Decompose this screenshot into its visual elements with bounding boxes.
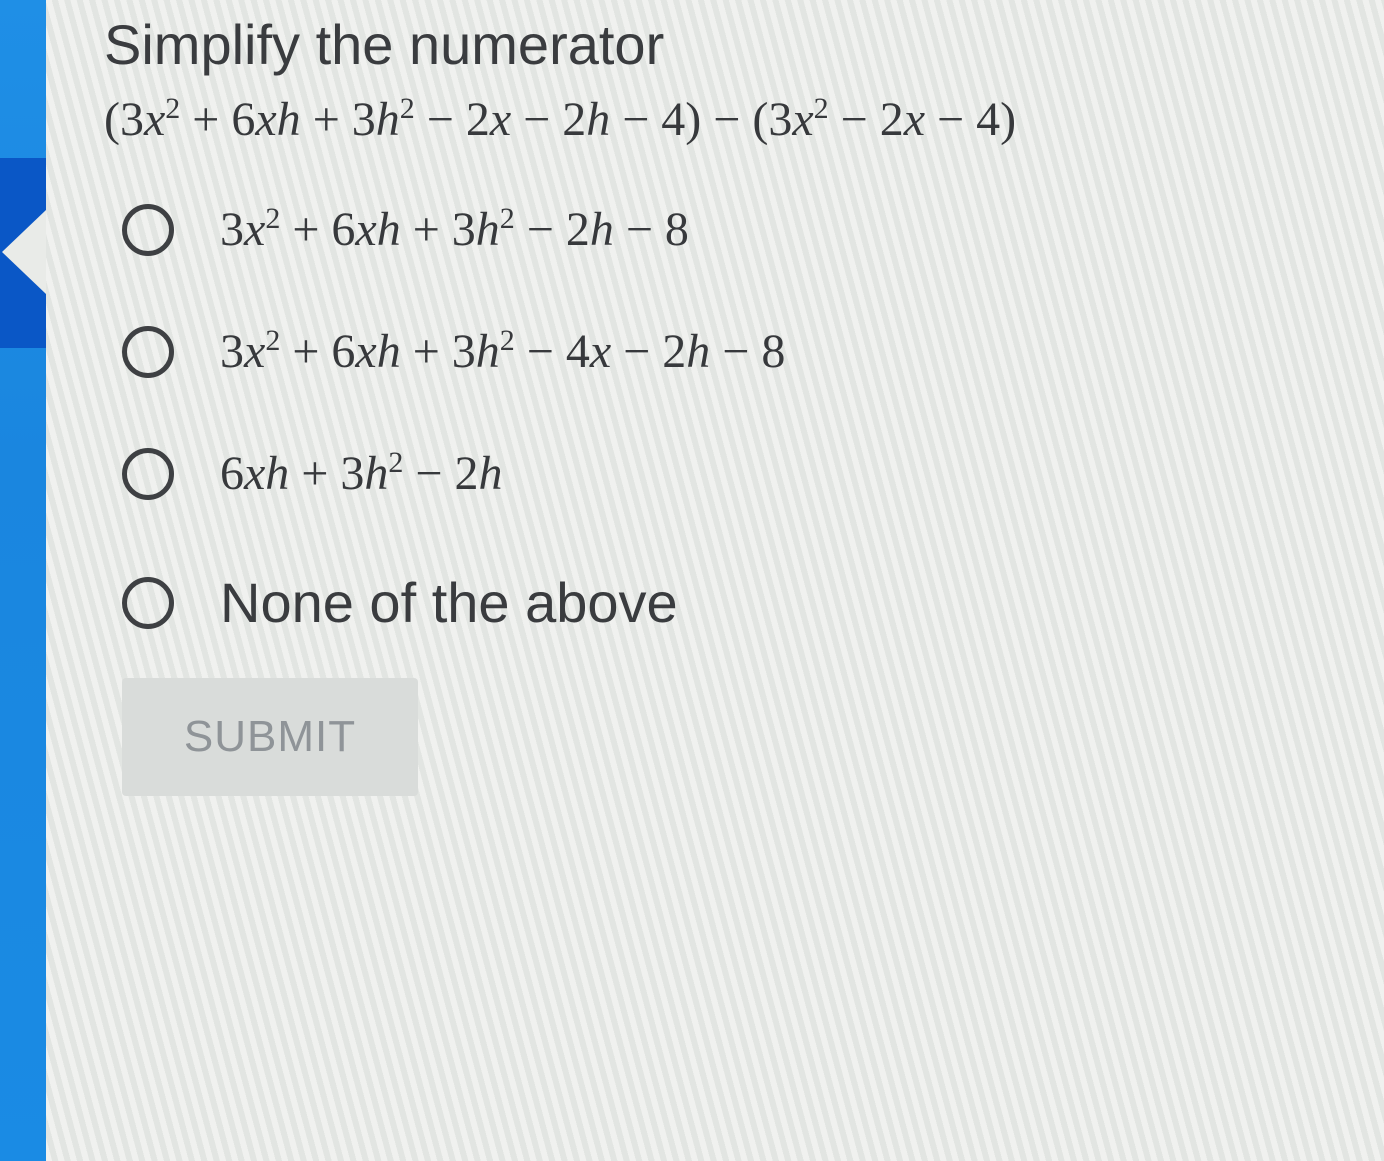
radio-button-4[interactable]	[122, 576, 174, 629]
answer-option-1-label: 3x2 + 6xh + 3h2 − 2h − 8	[220, 202, 689, 256]
question-title: Simplify the numerator	[104, 13, 665, 76]
answer-option-4-label: None of the above	[220, 571, 678, 634]
question-expression: (3x2 + 6xh + 3h2 − 2x − 2h − 4) − (3x2 −…	[104, 92, 1017, 146]
active-pointer-arrow	[2, 210, 46, 294]
radio-button-3[interactable]	[122, 447, 174, 500]
submit-button[interactable]: SUBMIT	[122, 678, 418, 796]
question-panel: Simplify the numerator (3x2 + 6xh + 3h2 …	[46, 0, 1384, 1161]
answer-option-4[interactable]: None of the above	[122, 570, 678, 635]
radio-button-1[interactable]	[122, 203, 174, 256]
answer-option-3-label: 6xh + 3h2 − 2h	[220, 446, 503, 500]
answer-option-1[interactable]: 3x2 + 6xh + 3h2 − 2h − 8	[122, 202, 689, 257]
answer-option-3[interactable]: 6xh + 3h2 − 2h	[122, 446, 502, 501]
left-sidebar	[0, 0, 46, 1161]
answer-option-2-label: 3x2 + 6xh + 3h2 − 4x − 2h − 8	[220, 324, 786, 378]
radio-button-2[interactable]	[122, 325, 174, 378]
answer-option-2[interactable]: 3x2 + 6xh + 3h2 − 4x − 2h − 8	[122, 324, 785, 379]
